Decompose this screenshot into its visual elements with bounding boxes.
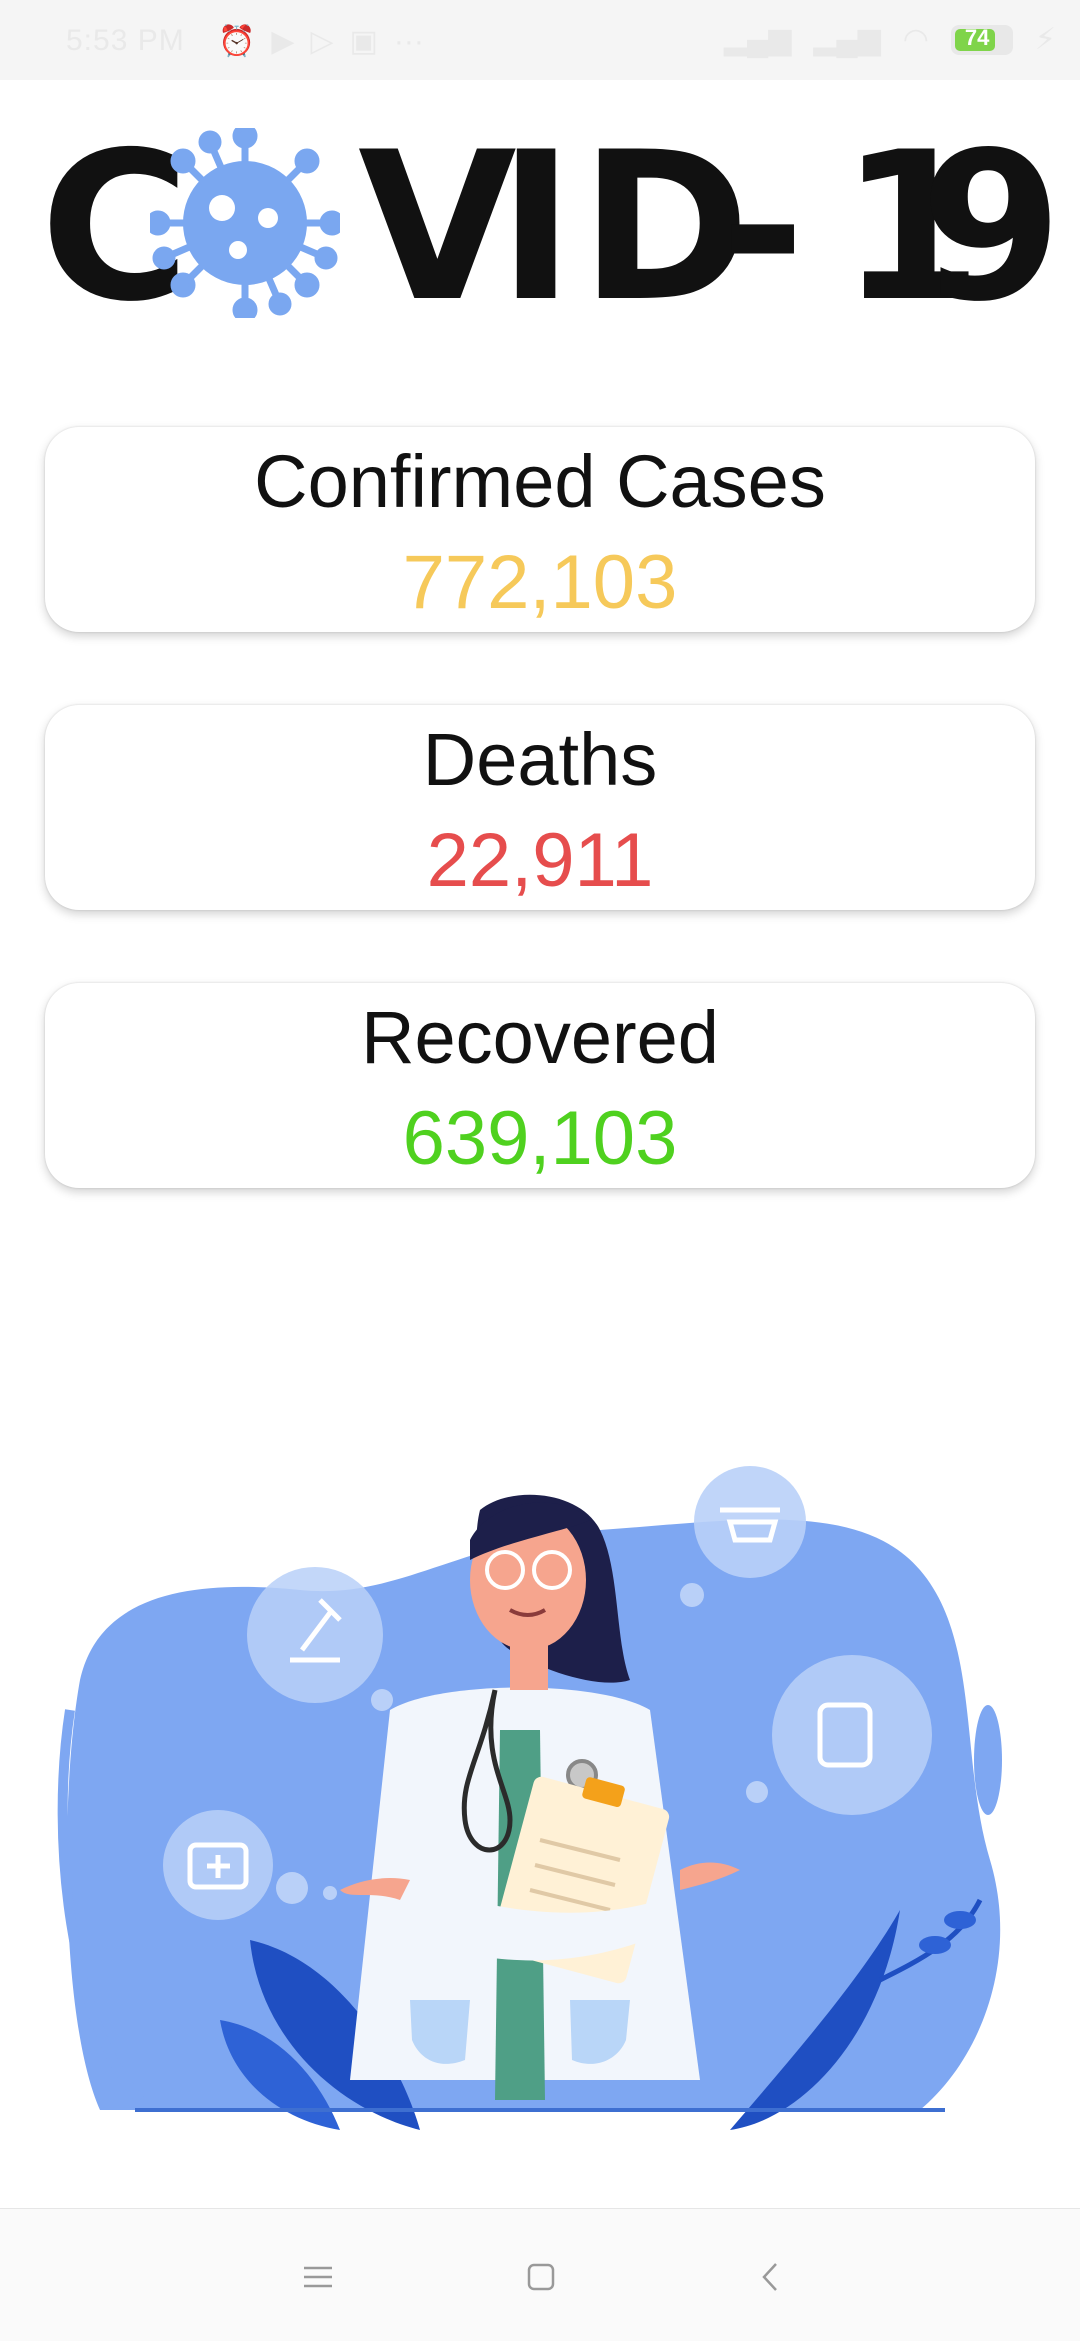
play-outline-icon: ▷ xyxy=(310,25,334,58)
system-nav-bar xyxy=(0,2208,1080,2341)
virus-icon xyxy=(150,128,340,318)
app-logo: C V I D - 1 9 xyxy=(40,109,1063,347)
medicine-icon xyxy=(772,1655,932,1815)
stat-label: Recovered xyxy=(361,996,719,1079)
wifi-icon: ◠ xyxy=(902,23,929,56)
stat-card-confirmed: Confirmed Cases 772,103 xyxy=(45,427,1035,632)
more-icon: ··· xyxy=(393,24,424,58)
logo-letter-v: V xyxy=(358,109,517,347)
logo-letter-i: I xyxy=(498,109,575,347)
status-notification-icons: ⏰ ▶ ▷ ▣ ··· xyxy=(218,24,424,59)
home-icon[interactable] xyxy=(521,2257,561,2297)
status-system-icons: ▂▄▆ ▂▄▆ ◠ 74 ⚡ xyxy=(724,22,1056,57)
charging-icon: ⚡ xyxy=(1034,23,1056,56)
play-icon: ▶ xyxy=(271,25,295,58)
signal-2-icon: ▂▄▆ xyxy=(813,23,881,56)
stat-card-recovered: Recovered 639,103 xyxy=(45,983,1035,1188)
status-bar: 5:53 PM ⏰ ▶ ▷ ▣ ··· ▂▄▆ ▂▄▆ ◠ 74 ⚡ xyxy=(0,0,1080,80)
stat-value: 772,103 xyxy=(402,540,678,625)
battery-level: 74 xyxy=(964,24,990,50)
battery-icon: 74 xyxy=(950,24,1013,55)
alarm-icon: ⏰ xyxy=(218,25,256,58)
back-icon[interactable] xyxy=(750,2257,790,2297)
doctor-illustration xyxy=(57,1466,1002,2130)
logo-letter-dash: - xyxy=(720,109,806,347)
stat-value: 22,911 xyxy=(426,818,654,903)
logo-letter-9: 9 xyxy=(920,109,1063,347)
menu-icon[interactable] xyxy=(298,2257,338,2297)
stat-value: 639,103 xyxy=(402,1096,678,1181)
stat-card-deaths: Deaths 22,911 xyxy=(45,705,1035,910)
stat-label: Deaths xyxy=(422,718,658,801)
calendar-icon: ▣ xyxy=(349,25,378,58)
stat-label: Confirmed Cases xyxy=(254,440,826,523)
signal-icon: ▂▄▆ xyxy=(723,23,792,56)
status-time: 5:53 PM xyxy=(66,24,185,57)
